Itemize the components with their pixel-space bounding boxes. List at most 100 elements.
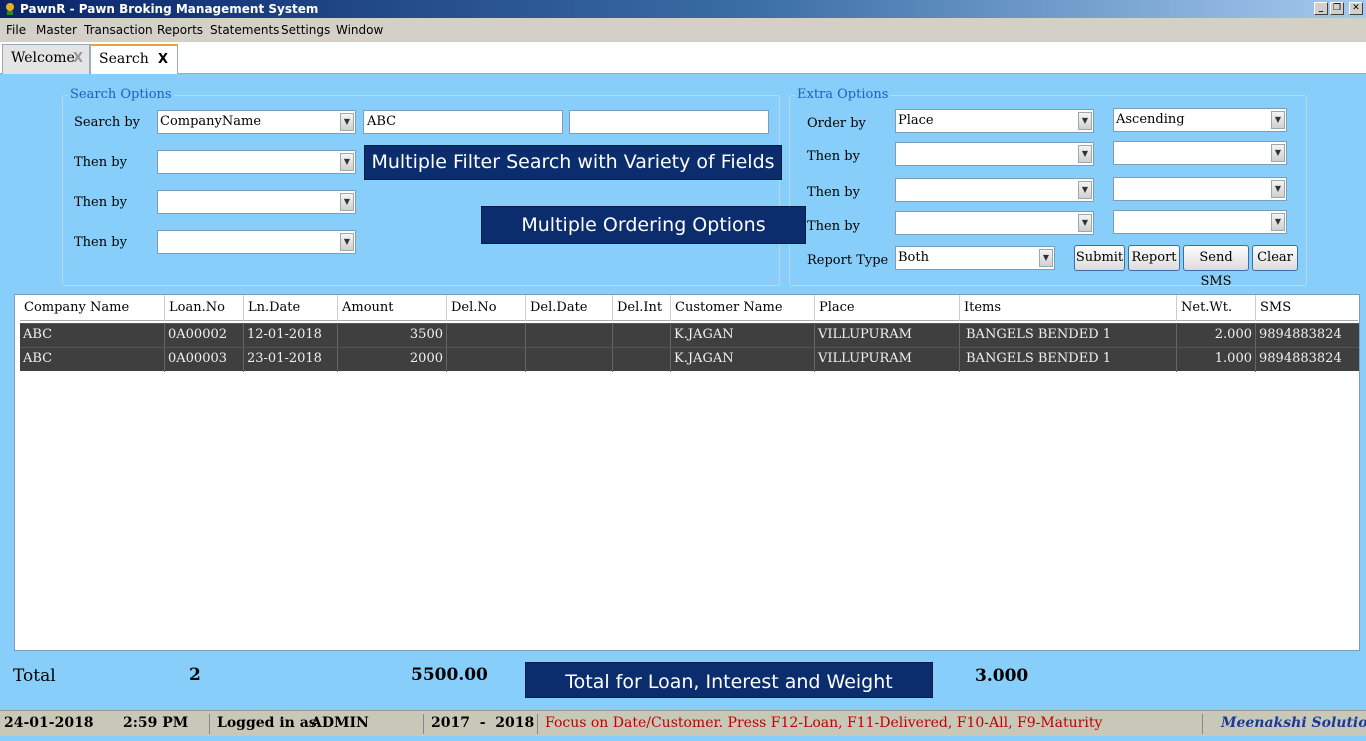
order-by-select[interactable]: Place ▼ (895, 109, 1094, 133)
title-bar: PawnR - Pawn Broking Management System _… (0, 0, 1366, 18)
chevron-down-icon[interactable]: ▼ (340, 113, 354, 131)
order-then-dir-select-2[interactable]: ▼ (1113, 177, 1287, 201)
status-divider (209, 714, 210, 734)
col-del-int[interactable]: Del.Int (613, 295, 671, 321)
cell-ln-date: 12-01-2018 (244, 324, 338, 348)
cell-ln-date: 23-01-2018 (244, 348, 338, 372)
tab-strip: Welcome X Search X (0, 42, 1366, 74)
cell-items: BANGELS BENDED 1 (960, 348, 1177, 372)
chevron-down-icon[interactable]: ▼ (340, 153, 354, 171)
status-date: 24-01-2018 (4, 715, 94, 731)
tab-search[interactable]: Search X (90, 44, 178, 74)
search-text-input-1[interactable]: ABC (363, 110, 563, 134)
order-then-by-select-3[interactable]: ▼ (895, 211, 1094, 235)
order-then-by-select-2[interactable]: ▼ (895, 178, 1094, 202)
cell-net-wt: 2.000 (1177, 324, 1256, 348)
chevron-down-icon[interactable]: ▼ (1271, 111, 1285, 129)
then-by-label-1: Then by (74, 155, 127, 170)
cell-del-no (447, 324, 526, 348)
send-sms-button[interactable]: Send SMS (1183, 245, 1249, 289)
col-customer-name[interactable]: Customer Name (671, 295, 815, 321)
window-title: PawnR - Pawn Broking Management System (20, 2, 319, 16)
minimize-button[interactable]: _ (1314, 2, 1328, 15)
col-ln-date[interactable]: Ln.Date (244, 295, 338, 321)
chevron-down-icon[interactable]: ▼ (1271, 144, 1285, 162)
ordering-options-banner: Multiple Ordering Options (481, 206, 806, 244)
clear-button[interactable]: Clear (1252, 245, 1298, 271)
cell-del-date (526, 324, 613, 348)
tab-search-label: Search (99, 51, 149, 67)
report-type-select[interactable]: Both ▼ (895, 246, 1055, 270)
cell-del-int (613, 348, 671, 372)
report-button[interactable]: Report (1128, 245, 1180, 271)
search-text-input-2[interactable] (569, 110, 769, 134)
chevron-down-icon[interactable]: ▼ (340, 193, 354, 211)
cell-sms: 9894883824 (1259, 327, 1342, 342)
then-by-label-2: Then by (74, 195, 127, 210)
menu-bar: File Master Transaction Reports Statemen… (0, 18, 1366, 42)
menu-reports[interactable]: Reports (157, 23, 203, 37)
cell-del-int (613, 324, 671, 348)
order-then-by-label-2: Then by (807, 185, 860, 200)
chevron-down-icon[interactable]: ▼ (1039, 249, 1053, 267)
report-type-value: Both (898, 250, 929, 265)
table-row[interactable]: ABC 0A00003 23-01-2018 2000 K.JAGAN VILL… (20, 347, 1359, 372)
cell-del-no (447, 348, 526, 372)
order-then-dir-select-1[interactable]: ▼ (1113, 141, 1287, 165)
menu-transaction[interactable]: Transaction (84, 23, 153, 37)
order-direction-select[interactable]: Ascending ▼ (1113, 108, 1287, 132)
col-place[interactable]: Place (815, 295, 960, 321)
col-items[interactable]: Items (960, 295, 1177, 321)
chevron-down-icon[interactable]: ▼ (1078, 214, 1092, 232)
menu-statements[interactable]: Statements (210, 23, 279, 37)
chevron-down-icon[interactable]: ▼ (1271, 180, 1285, 198)
total-amount: 5500.00 (411, 665, 488, 685)
restore-button[interactable]: ❐ (1330, 2, 1344, 15)
total-weight: 3.000 (975, 666, 1029, 686)
order-then-by-label-3: Then by (807, 219, 860, 234)
chevron-down-icon[interactable]: ▼ (1271, 213, 1285, 231)
order-by-label: Order by (807, 116, 866, 131)
col-net-wt[interactable]: Net.Wt. (1177, 295, 1256, 321)
chevron-down-icon[interactable]: ▼ (1078, 145, 1092, 163)
extra-options-legend: Extra Options (795, 87, 891, 102)
menu-file[interactable]: File (6, 23, 26, 37)
menu-settings[interactable]: Settings (281, 23, 330, 37)
cell-del-date (526, 348, 613, 372)
filter-search-banner: Multiple Filter Search with Variety of F… (364, 145, 782, 180)
cell-company: ABC (20, 348, 165, 372)
cell-company: ABC (20, 324, 165, 348)
search-options-legend: Search Options (68, 87, 174, 102)
cell-place: VILLUPURAM (815, 324, 960, 348)
chevron-down-icon[interactable]: ▼ (340, 233, 354, 251)
submit-button[interactable]: Submit (1074, 245, 1125, 271)
chevron-down-icon[interactable]: ▼ (1078, 112, 1092, 130)
status-logged-in-label: Logged in as (217, 715, 317, 731)
search-by-select[interactable]: CompanyName ▼ (157, 110, 356, 134)
chevron-down-icon[interactable]: ▼ (1078, 181, 1092, 199)
order-then-by-select-1[interactable]: ▼ (895, 142, 1094, 166)
tab-search-close-icon[interactable]: X (158, 46, 168, 73)
col-del-date[interactable]: Del.Date (526, 295, 613, 321)
menu-window[interactable]: Window (336, 23, 383, 37)
status-time: 2:59 PM (123, 715, 189, 731)
cell-net-wt: 1.000 (1177, 348, 1256, 372)
menu-master[interactable]: Master (36, 23, 77, 37)
close-window-button[interactable]: ✕ (1349, 2, 1363, 15)
table-row[interactable]: ABC 0A00002 12-01-2018 3500 K.JAGAN VILL… (20, 323, 1359, 348)
cell-customer: K.JAGAN (671, 324, 815, 348)
col-loan-no[interactable]: Loan.No (165, 295, 244, 321)
col-del-no[interactable]: Del.No (447, 295, 526, 321)
then-by-select-2[interactable]: ▼ (157, 190, 356, 214)
col-amount[interactable]: Amount (338, 295, 447, 321)
col-sms[interactable]: SMS (1256, 295, 1358, 321)
tab-welcome[interactable]: Welcome X (2, 44, 90, 74)
col-company-name[interactable]: Company Name (20, 295, 165, 321)
total-count: 2 (189, 665, 201, 685)
order-by-value: Place (898, 113, 934, 128)
order-then-dir-select-3[interactable]: ▼ (1113, 210, 1287, 234)
cell-place: VILLUPURAM (815, 348, 960, 372)
tab-welcome-close-icon[interactable]: X (73, 45, 83, 72)
then-by-select-1[interactable]: ▼ (157, 150, 356, 174)
then-by-select-3[interactable]: ▼ (157, 230, 356, 254)
